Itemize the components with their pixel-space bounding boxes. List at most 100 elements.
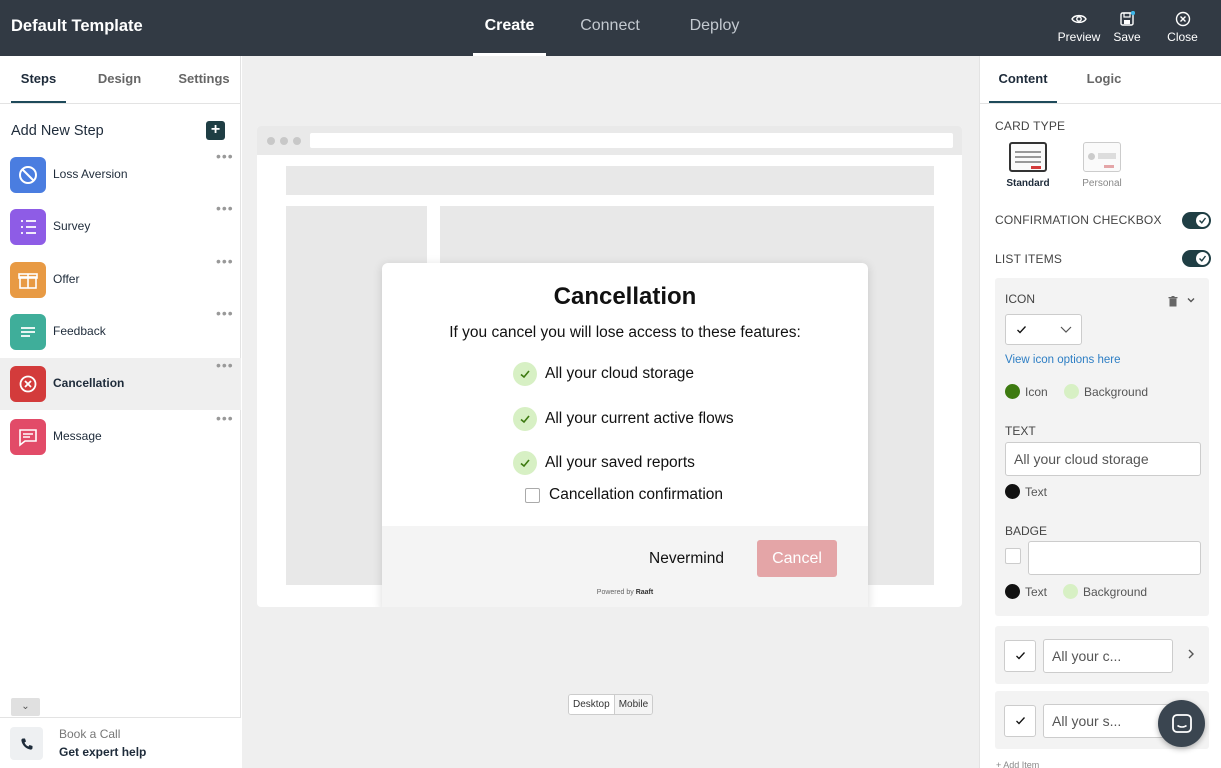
confirmation-checkbox-toggle[interactable] bbox=[1182, 212, 1211, 229]
chevron-down-icon bbox=[1060, 326, 1072, 333]
main-nav: Create Connect Deploy bbox=[473, 0, 751, 56]
preview-button[interactable]: Preview bbox=[1051, 0, 1107, 56]
tab-logic[interactable]: Logic bbox=[1079, 56, 1129, 103]
text-section-label: TEXT bbox=[1005, 424, 1036, 438]
desktop-button[interactable]: Desktop bbox=[569, 695, 614, 714]
list-items-toggle[interactable] bbox=[1182, 250, 1211, 267]
device-toggle: Desktop Mobile bbox=[568, 694, 654, 715]
nevermind-button[interactable]: Nevermind bbox=[649, 550, 724, 568]
modal-subtitle: If you cancel you will lose access to th… bbox=[449, 324, 801, 341]
chevron-down-icon[interactable] bbox=[1186, 292, 1196, 310]
browser-mockup: Cancellation If you cancel you will lose… bbox=[257, 126, 962, 607]
more-icon[interactable]: ••• bbox=[216, 306, 234, 320]
chevron-down-icon[interactable]: ⌄ bbox=[11, 698, 40, 716]
preview-canvas: Cancellation If you cancel you will lose… bbox=[242, 56, 979, 768]
icon-color-swatch[interactable]: Icon bbox=[1005, 384, 1048, 399]
top-bar: Default Template Create Connect Deploy P… bbox=[0, 0, 1221, 56]
icon-section-label: ICON bbox=[1005, 292, 1035, 306]
personal-thumbnail bbox=[1083, 142, 1121, 172]
browser-bar bbox=[257, 126, 962, 155]
add-new-step-heading: Add New Step bbox=[11, 123, 104, 139]
standard-thumbnail bbox=[1009, 142, 1047, 172]
check-icon bbox=[513, 451, 537, 475]
tab-settings[interactable]: Settings bbox=[169, 56, 239, 103]
save-button[interactable]: Save bbox=[1107, 0, 1147, 56]
badge-checkbox[interactable] bbox=[1005, 548, 1021, 564]
add-step-button[interactable]: + bbox=[206, 121, 225, 140]
more-icon[interactable]: ••• bbox=[216, 254, 234, 268]
feature-item: All your current active flows bbox=[513, 407, 734, 431]
badge-text-color-swatch[interactable]: Text bbox=[1005, 584, 1047, 599]
steps-panel: Steps Design Settings Add New Step + Los… bbox=[0, 56, 241, 768]
tab-deploy[interactable]: Deploy bbox=[678, 0, 751, 56]
close-icon bbox=[1175, 11, 1190, 27]
confirmation-checkbox-label: CONFIRMATION CHECKBOX bbox=[995, 213, 1162, 227]
checkbox[interactable] bbox=[525, 487, 540, 503]
tab-design[interactable]: Design bbox=[80, 56, 159, 103]
list-item-text-input[interactable] bbox=[1043, 704, 1173, 738]
tab-connect[interactable]: Connect bbox=[546, 0, 674, 56]
add-item-link[interactable]: + Add Item bbox=[996, 760, 1039, 768]
chat-bubble-icon bbox=[1171, 713, 1192, 733]
check-icon bbox=[1017, 326, 1026, 334]
step-loss-aversion[interactable]: Loss Aversion ••• bbox=[0, 149, 241, 201]
x-circle-icon bbox=[10, 366, 46, 402]
text-color-swatch[interactable]: Text bbox=[1005, 484, 1047, 499]
modal-title: Cancellation bbox=[553, 283, 697, 310]
book-a-call[interactable]: Book a Call Get expert help bbox=[0, 717, 241, 768]
step-label: Loss Aversion bbox=[53, 167, 128, 181]
save-label: Save bbox=[1113, 30, 1141, 44]
close-button[interactable]: Close bbox=[1155, 0, 1210, 56]
confirmation-checkbox[interactable]: Cancellation confirmation bbox=[525, 486, 723, 504]
list-item-row bbox=[995, 626, 1209, 684]
more-icon[interactable]: ••• bbox=[216, 149, 234, 163]
more-icon[interactable]: ••• bbox=[216, 411, 234, 425]
badge-background-swatch[interactable]: Background bbox=[1063, 584, 1147, 599]
badge-text-input[interactable] bbox=[1028, 541, 1201, 575]
step-survey[interactable]: Survey ••• bbox=[0, 201, 241, 253]
book-a-call-label: Book a Call bbox=[59, 727, 121, 741]
check-icon bbox=[513, 407, 537, 431]
view-icon-options-link[interactable]: View icon options here bbox=[1005, 354, 1121, 366]
chevron-right-icon[interactable] bbox=[1187, 646, 1195, 662]
check-icon[interactable] bbox=[1004, 640, 1036, 672]
card-type-personal[interactable]: Personal bbox=[1072, 142, 1132, 189]
check-icon[interactable] bbox=[1004, 705, 1036, 737]
left-tabs: Steps Design Settings bbox=[0, 56, 240, 104]
preview-label: Preview bbox=[1057, 30, 1101, 44]
badge-section-label: BADGE bbox=[1005, 524, 1048, 538]
save-icon bbox=[1120, 11, 1135, 26]
step-label: Message bbox=[53, 429, 102, 443]
icon-select[interactable] bbox=[1005, 314, 1082, 345]
text-lines-icon bbox=[10, 314, 46, 350]
step-feedback[interactable]: Feedback ••• bbox=[0, 306, 241, 358]
list-item-text-input[interactable] bbox=[1043, 639, 1173, 673]
content-panel: Content Logic CARD TYPE Standard Persona… bbox=[979, 56, 1221, 768]
step-label: Feedback bbox=[53, 324, 106, 338]
card-type-standard[interactable]: Standard bbox=[998, 142, 1058, 189]
cancel-button[interactable]: Cancel bbox=[757, 540, 837, 577]
step-offer[interactable]: Offer ••• bbox=[0, 254, 241, 306]
more-icon[interactable]: ••• bbox=[216, 201, 234, 215]
tab-content[interactable]: Content bbox=[989, 56, 1057, 103]
tab-steps[interactable]: Steps bbox=[11, 56, 66, 103]
step-message[interactable]: Message ••• bbox=[0, 411, 241, 463]
step-cancellation[interactable]: Cancellation ••• bbox=[0, 358, 241, 410]
trash-icon[interactable] bbox=[1168, 294, 1178, 312]
item-text-input[interactable] bbox=[1005, 442, 1201, 476]
more-icon[interactable]: ••• bbox=[216, 358, 234, 372]
icon-background-swatch[interactable]: Background bbox=[1064, 384, 1148, 399]
top-actions: Preview Save Close bbox=[1051, 0, 1221, 56]
feature-item: All your saved reports bbox=[513, 451, 695, 475]
tab-create[interactable]: Create bbox=[473, 0, 546, 56]
cancellation-modal: Cancellation If you cancel you will lose… bbox=[382, 263, 868, 607]
step-label: Cancellation bbox=[53, 376, 125, 390]
chat-launcher-button[interactable] bbox=[1158, 700, 1205, 747]
url-bar bbox=[310, 133, 953, 148]
list-item-editor: ICON View icon options here Icon Backgro… bbox=[995, 278, 1209, 616]
powered-by: Powered by Raaft bbox=[596, 589, 654, 596]
block-icon bbox=[10, 157, 46, 193]
list-items-label: LIST ITEMS bbox=[995, 252, 1063, 266]
mobile-button[interactable]: Mobile bbox=[613, 695, 653, 714]
phone-icon bbox=[10, 727, 43, 760]
